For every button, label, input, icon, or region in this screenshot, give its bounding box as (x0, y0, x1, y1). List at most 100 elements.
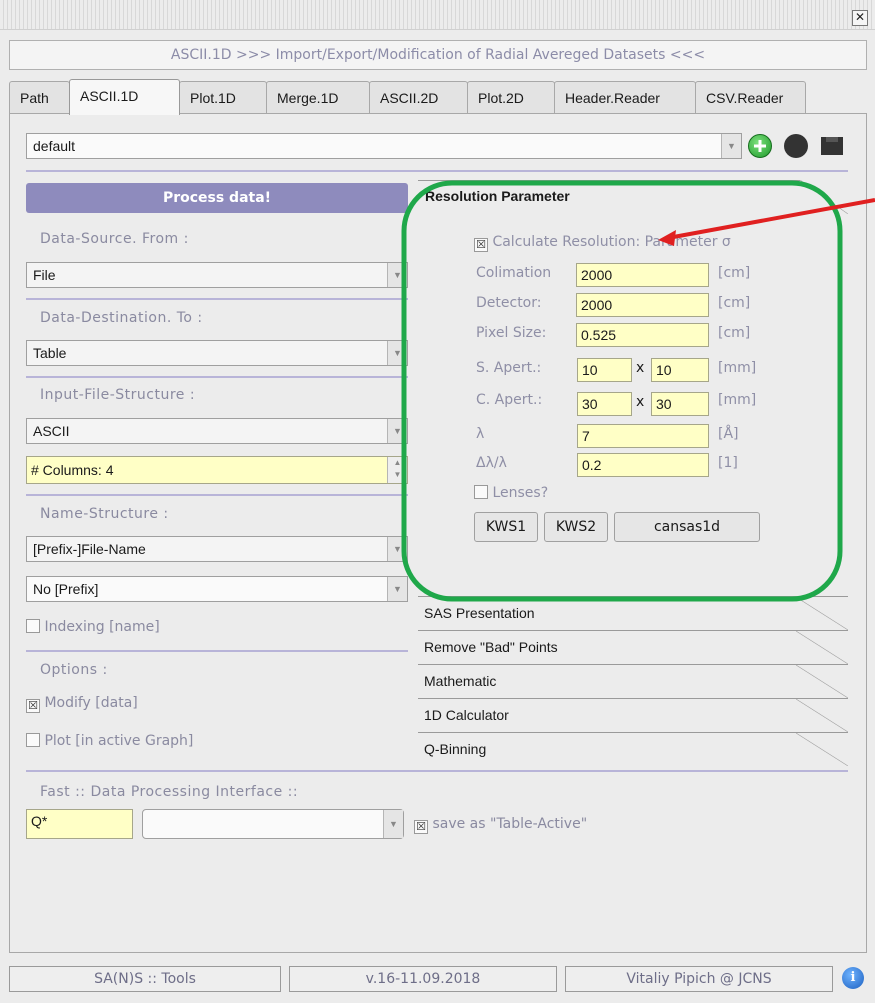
chevron-down-icon[interactable]: ▼ (387, 341, 407, 365)
dlambda-input[interactable]: 0.2 (577, 453, 709, 477)
tab-slant (800, 180, 848, 214)
save-icon[interactable] (818, 134, 846, 158)
divider (26, 376, 408, 378)
name-structure-select[interactable]: [Prefix-]File-Name ▼ (26, 536, 408, 562)
data-destination-heading: Data-Destination. To : (40, 310, 203, 326)
checkbox-checked-icon[interactable]: ☒ (414, 820, 428, 834)
checkbox-empty-icon[interactable] (474, 485, 488, 499)
lenses-checkbox[interactable]: Lenses? (474, 485, 548, 501)
times-sign: x (636, 360, 645, 376)
resolution-title[interactable]: Resolution Parameter (425, 188, 570, 204)
data-destination-value: Table (33, 345, 67, 361)
status-author: Vitaliy Pipich @ JCNS (565, 966, 833, 992)
pixel-size-label: Pixel Size: (476, 325, 547, 341)
c-apert-x-input[interactable]: 30 (577, 392, 632, 416)
s-apert-unit: [mm] (718, 360, 757, 376)
lambda-label: λ (476, 426, 485, 442)
checkbox-checked-icon[interactable]: ☒ (474, 238, 488, 252)
lambda-input[interactable]: 7 (577, 424, 709, 448)
detector-unit: [cm] (718, 295, 751, 311)
kws2-button[interactable]: KWS2 (544, 512, 608, 542)
toolbox-sas-presentation[interactable]: SAS Presentation (418, 596, 848, 630)
prefix-value: No [Prefix] (33, 581, 99, 597)
c-apert-unit: [mm] (718, 392, 757, 408)
status-app-name: SA(N)S :: Tools (9, 966, 281, 992)
toolbox-1d-calculator[interactable]: 1D Calculator (418, 698, 848, 732)
chevron-down-icon[interactable]: ▼ (387, 577, 407, 601)
record-icon[interactable] (784, 134, 808, 158)
close-icon[interactable]: ✕ (852, 10, 868, 26)
preset-value: default (33, 138, 76, 154)
pixel-size-unit: [cm] (718, 325, 751, 341)
toolbox-label: SAS Presentation (424, 605, 535, 621)
colimation-label: Colimation (476, 265, 552, 281)
columns-spinbox[interactable]: # Columns: 4 ▲ ▼ (26, 456, 408, 484)
plot-label: Plot [in active Graph] (44, 733, 194, 749)
divider (26, 650, 408, 652)
tab-merge-1d[interactable]: Merge.1D (266, 81, 370, 115)
chevron-down-icon[interactable]: ▼ (387, 419, 407, 443)
fast-q-input[interactable]: Q* (26, 809, 133, 839)
pixel-size-input[interactable]: 0.525 (576, 323, 709, 347)
info-icon[interactable]: i (842, 967, 864, 989)
save-table-active-checkbox[interactable]: ☒ save as "Table-Active" (414, 816, 587, 834)
checkbox-checked-icon[interactable]: ☒ (26, 699, 40, 713)
chevron-down-icon[interactable]: ▼ (387, 263, 407, 287)
kws1-button[interactable]: KWS1 (474, 512, 538, 542)
tab-slant (796, 597, 848, 630)
spin-arrows-icon[interactable]: ▲ ▼ (387, 457, 407, 483)
fast-command-select[interactable]: ▼ (142, 809, 404, 839)
tab-ascii-2d[interactable]: ASCII.2D (369, 81, 468, 115)
tab-slant (796, 733, 848, 766)
prefix-select[interactable]: No [Prefix] ▼ (26, 576, 408, 602)
data-source-select[interactable]: File ▼ (26, 262, 408, 288)
indexing-label: Indexing [name] (44, 619, 160, 635)
checkbox-empty-icon[interactable] (26, 619, 40, 633)
plot-checkbox[interactable]: Plot [in active Graph] (26, 733, 193, 749)
cansas1d-button[interactable]: cansas1d (614, 512, 760, 542)
lenses-label: Lenses? (492, 485, 549, 501)
toolbox-label: Mathematic (424, 673, 497, 689)
detector-label: Detector: (476, 295, 542, 311)
toolbox-q-binning[interactable]: Q-Binning (418, 732, 848, 766)
chevron-down-icon[interactable]: ▼ (721, 134, 741, 158)
tab-bar: Path ASCII.1D Plot.1D Merge.1D ASCII.2D … (9, 79, 806, 115)
tab-plot-2d[interactable]: Plot.2D (467, 81, 555, 115)
detector-input[interactable]: 2000 (576, 293, 709, 317)
process-data-button[interactable]: Process data! (26, 183, 408, 213)
preset-select[interactable]: default ▼ (26, 133, 742, 159)
divider (418, 180, 800, 181)
tab-slant (796, 699, 848, 732)
tab-ascii-1d[interactable]: ASCII.1D (69, 79, 180, 115)
tab-slant (796, 631, 848, 664)
data-source-heading: Data-Source. From : (40, 231, 189, 247)
save-table-active-label: save as "Table-Active" (432, 816, 588, 832)
tab-path[interactable]: Path (9, 81, 70, 115)
c-apert-y-input[interactable]: 30 (651, 392, 709, 416)
tab-header-reader[interactable]: Header.Reader (554, 81, 696, 115)
modify-checkbox[interactable]: ☒ Modify [data] (26, 695, 138, 713)
colimation-input[interactable]: 2000 (576, 263, 709, 287)
input-structure-select[interactable]: ASCII ▼ (26, 418, 408, 444)
page-title: ASCII.1D >>> Import/Export/Modification … (9, 40, 867, 70)
toolbox-mathematic[interactable]: Mathematic (418, 664, 848, 698)
tab-csv-reader[interactable]: CSV.Reader (695, 81, 806, 115)
s-apert-x-input[interactable]: 10 (577, 358, 632, 382)
s-apert-label: S. Apert.: (476, 360, 542, 376)
data-destination-select[interactable]: Table ▼ (26, 340, 408, 366)
calc-resolution-checkbox[interactable]: ☒ Calculate Resolution: Parameter σ (474, 234, 731, 252)
toolbox-label: Q-Binning (424, 741, 487, 757)
tab-slant (796, 665, 848, 698)
tab-plot-1d[interactable]: Plot.1D (179, 81, 267, 115)
toolbox-remove-bad-points[interactable]: Remove "Bad" Points (418, 630, 848, 664)
divider (26, 494, 408, 496)
chevron-down-icon[interactable]: ▼ (383, 810, 403, 838)
add-icon[interactable] (748, 134, 772, 158)
c-apert-label: C. Apert.: (476, 392, 543, 408)
s-apert-y-input[interactable]: 10 (651, 358, 709, 382)
checkbox-empty-icon[interactable] (26, 733, 40, 747)
indexing-checkbox[interactable]: Indexing [name] (26, 619, 160, 635)
name-structure-value: [Prefix-]File-Name (33, 541, 146, 557)
chevron-down-icon[interactable]: ▼ (387, 537, 407, 561)
toolbox-label: Remove "Bad" Points (424, 639, 558, 655)
